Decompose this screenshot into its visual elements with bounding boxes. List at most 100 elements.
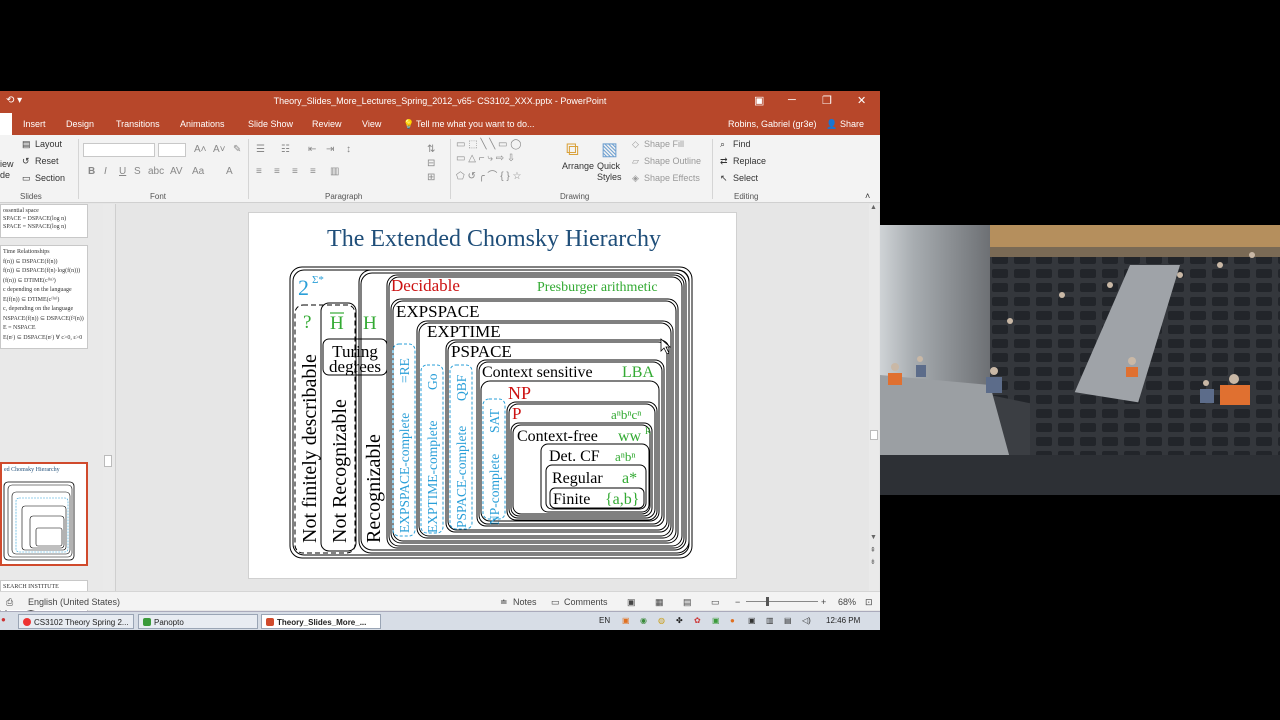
strikethrough-icon[interactable]: abc (148, 166, 164, 177)
zoom-out-button[interactable]: − (735, 597, 740, 607)
taskbar-item-panopto[interactable]: Panopto (138, 614, 258, 629)
notes-button[interactable]: Notes (513, 597, 537, 607)
bold-icon[interactable]: B (88, 166, 95, 177)
columns-icon[interactable]: ▥ (330, 166, 339, 177)
network-icon[interactable]: ▥ (766, 616, 774, 625)
tab-transitions[interactable]: Transitions (116, 119, 160, 129)
change-case-icon[interactable]: Aa (192, 166, 204, 177)
slide-scrollbar[interactable]: ▲ ▼ ⇞ ⇟ (869, 204, 879, 591)
h-complement-label: H (330, 313, 344, 334)
find-button[interactable]: Find (733, 139, 751, 149)
replace-button[interactable]: Replace (733, 156, 766, 166)
volume-icon[interactable]: ◁) (802, 616, 811, 625)
tab-insert[interactable]: Insert (23, 119, 46, 129)
tab-design[interactable]: Design (66, 119, 94, 129)
tray-app-icon[interactable]: ● (730, 616, 735, 625)
screen: ⟲ ▾ Theory_Slides_More_Lectures_Spring_2… (0, 0, 1280, 720)
taskbar-item-powerpoint[interactable]: Theory_Slides_More_... (261, 614, 381, 629)
layout-button[interactable]: Layout (35, 139, 62, 149)
slide-sorter-icon[interactable]: ▦ (655, 597, 664, 608)
reading-view-icon[interactable]: ▤ (683, 597, 692, 608)
fit-to-window-icon[interactable]: ⊡ (865, 597, 873, 608)
align-left-icon[interactable]: ≡ (256, 166, 262, 177)
bullets-icon[interactable]: ☰ (256, 144, 265, 155)
taskbar-item-chrome[interactable]: CS3102 Theory Spring 2... (18, 614, 134, 629)
shape-fill-button[interactable]: Shape Fill (644, 139, 684, 149)
ribbon-display-options-icon[interactable]: ▣ (754, 94, 764, 107)
justify-icon[interactable]: ≡ (310, 166, 316, 177)
slide-title: The Extended Chomsky Hierarchy (327, 226, 661, 252)
slide[interactable]: The Extended Chomsky Hierarchy 2 Σ* ? H … (248, 212, 737, 579)
collapse-ribbon-icon[interactable]: ˄ (865, 191, 870, 201)
finite-label: Finite (553, 491, 590, 508)
tray-app-icon[interactable]: ✿ (694, 616, 701, 625)
quick-styles-button[interactable]: Quick Styles (597, 161, 627, 183)
tab-view[interactable]: View (362, 119, 381, 129)
section-button[interactable]: Section (35, 173, 65, 183)
numbering-icon[interactable]: ☷ (281, 144, 290, 155)
slide-thumbnail[interactable]: Time Relationships f(n)) ⊆ DSPACE(f(n)) f(… (0, 245, 88, 349)
language-indicator[interactable]: English (United States) (28, 597, 120, 607)
input-language[interactable]: EN (599, 616, 610, 625)
slide-show-icon[interactable]: ▭ (711, 597, 720, 608)
tab-home-active[interactable] (0, 113, 12, 135)
exptime-label: EXPTIME (427, 322, 501, 341)
tab-review[interactable]: Review (312, 119, 342, 129)
spell-check-icon[interactable]: ⎙ (6, 597, 13, 608)
user-name[interactable]: Robins, Gabriel (gr3e) (728, 119, 817, 129)
text-direction-icon[interactable]: ⇅ (427, 144, 435, 155)
tray-app-icon[interactable]: ▣ (622, 616, 630, 625)
grow-font-icon[interactable]: A˄ (194, 144, 207, 155)
line-spacing-icon[interactable]: ↕ (346, 144, 351, 155)
select-button[interactable]: Select (733, 173, 758, 183)
char-spacing-icon[interactable]: AV (170, 166, 183, 177)
shape-fill-icon: ◇ (632, 139, 639, 149)
zoom-slider[interactable] (746, 597, 818, 606)
minimize-button[interactable]: ─ (788, 94, 796, 106)
slide-thumbnail[interactable]: ossential space SPACE = DSPACE(log n) SPAC… (0, 204, 88, 238)
slide-thumbnail-selected[interactable]: ed Chomsky Hierarchy (0, 462, 88, 566)
restore-button[interactable]: ❐ (822, 94, 832, 107)
tab-animations[interactable]: Animations (180, 119, 225, 129)
tray-app-icon[interactable]: ▣ (712, 616, 720, 625)
zoom-slider-thumb[interactable] (766, 597, 769, 606)
align-center-icon[interactable]: ≡ (274, 166, 280, 177)
decrease-indent-icon[interactable]: ⇤ (308, 144, 316, 155)
tray-app-icon[interactable]: ✤ (676, 616, 683, 625)
tab-slide-show[interactable]: Slide Show (248, 119, 293, 129)
share-button[interactable]: Share (840, 119, 864, 129)
underline-icon[interactable]: U (119, 166, 126, 177)
increase-indent-icon[interactable]: ⇥ (326, 144, 334, 155)
close-button[interactable]: ✕ (857, 94, 866, 107)
normal-view-icon[interactable]: ▣ (627, 597, 636, 608)
shrink-font-icon[interactable]: A˅ (213, 144, 226, 155)
align-text-icon[interactable]: ⊟ (427, 158, 435, 169)
font-name-box[interactable] (83, 143, 155, 157)
clear-format-icon[interactable]: ✎ (233, 144, 241, 155)
smartart-icon[interactable]: ⊞ (427, 172, 435, 183)
tray-app-icon[interactable]: ◉ (640, 616, 647, 625)
ab-set-label: {a,b} (605, 491, 639, 508)
new-slide-dropdown-fragment[interactable]: de (0, 170, 10, 180)
tell-me-box[interactable]: Tell me what you want to do... (416, 119, 535, 129)
clock[interactable]: 12:46 PM (826, 616, 860, 625)
shapes-gallery[interactable]: ▭ ⬚ ╲ ╲ ▭ ◯ ▭ △ ⌐ ⤷ ⇨ ⇩ ⬠ ↺ ╭ ⌒ { } ☆ (456, 139, 556, 185)
font-color-icon[interactable]: A (226, 166, 233, 177)
shape-outline-button[interactable]: Shape Outline (644, 156, 701, 166)
italic-icon[interactable]: I (104, 166, 107, 177)
shape-effects-button[interactable]: Shape Effects (644, 173, 700, 183)
tray-app-icon[interactable]: ◍ (658, 616, 665, 625)
shadow-icon[interactable]: S (134, 166, 141, 177)
start-orb-icon[interactable]: ● (1, 615, 6, 624)
font-size-box[interactable] (158, 143, 186, 157)
zoom-level[interactable]: 68% (838, 597, 856, 607)
reset-button[interactable]: Reset (35, 156, 59, 166)
arrange-button[interactable]: Arrange (562, 161, 594, 171)
align-right-icon[interactable]: ≡ (292, 166, 298, 177)
new-slide-button-fragment[interactable]: iew (0, 159, 14, 169)
tray-app-icon[interactable]: ▣ (748, 616, 756, 625)
thumbnails-scrollbar[interactable] (103, 204, 113, 595)
comments-button[interactable]: Comments (564, 597, 608, 607)
zoom-in-button[interactable]: + (821, 597, 826, 607)
display-icon[interactable]: ▤ (784, 616, 792, 625)
